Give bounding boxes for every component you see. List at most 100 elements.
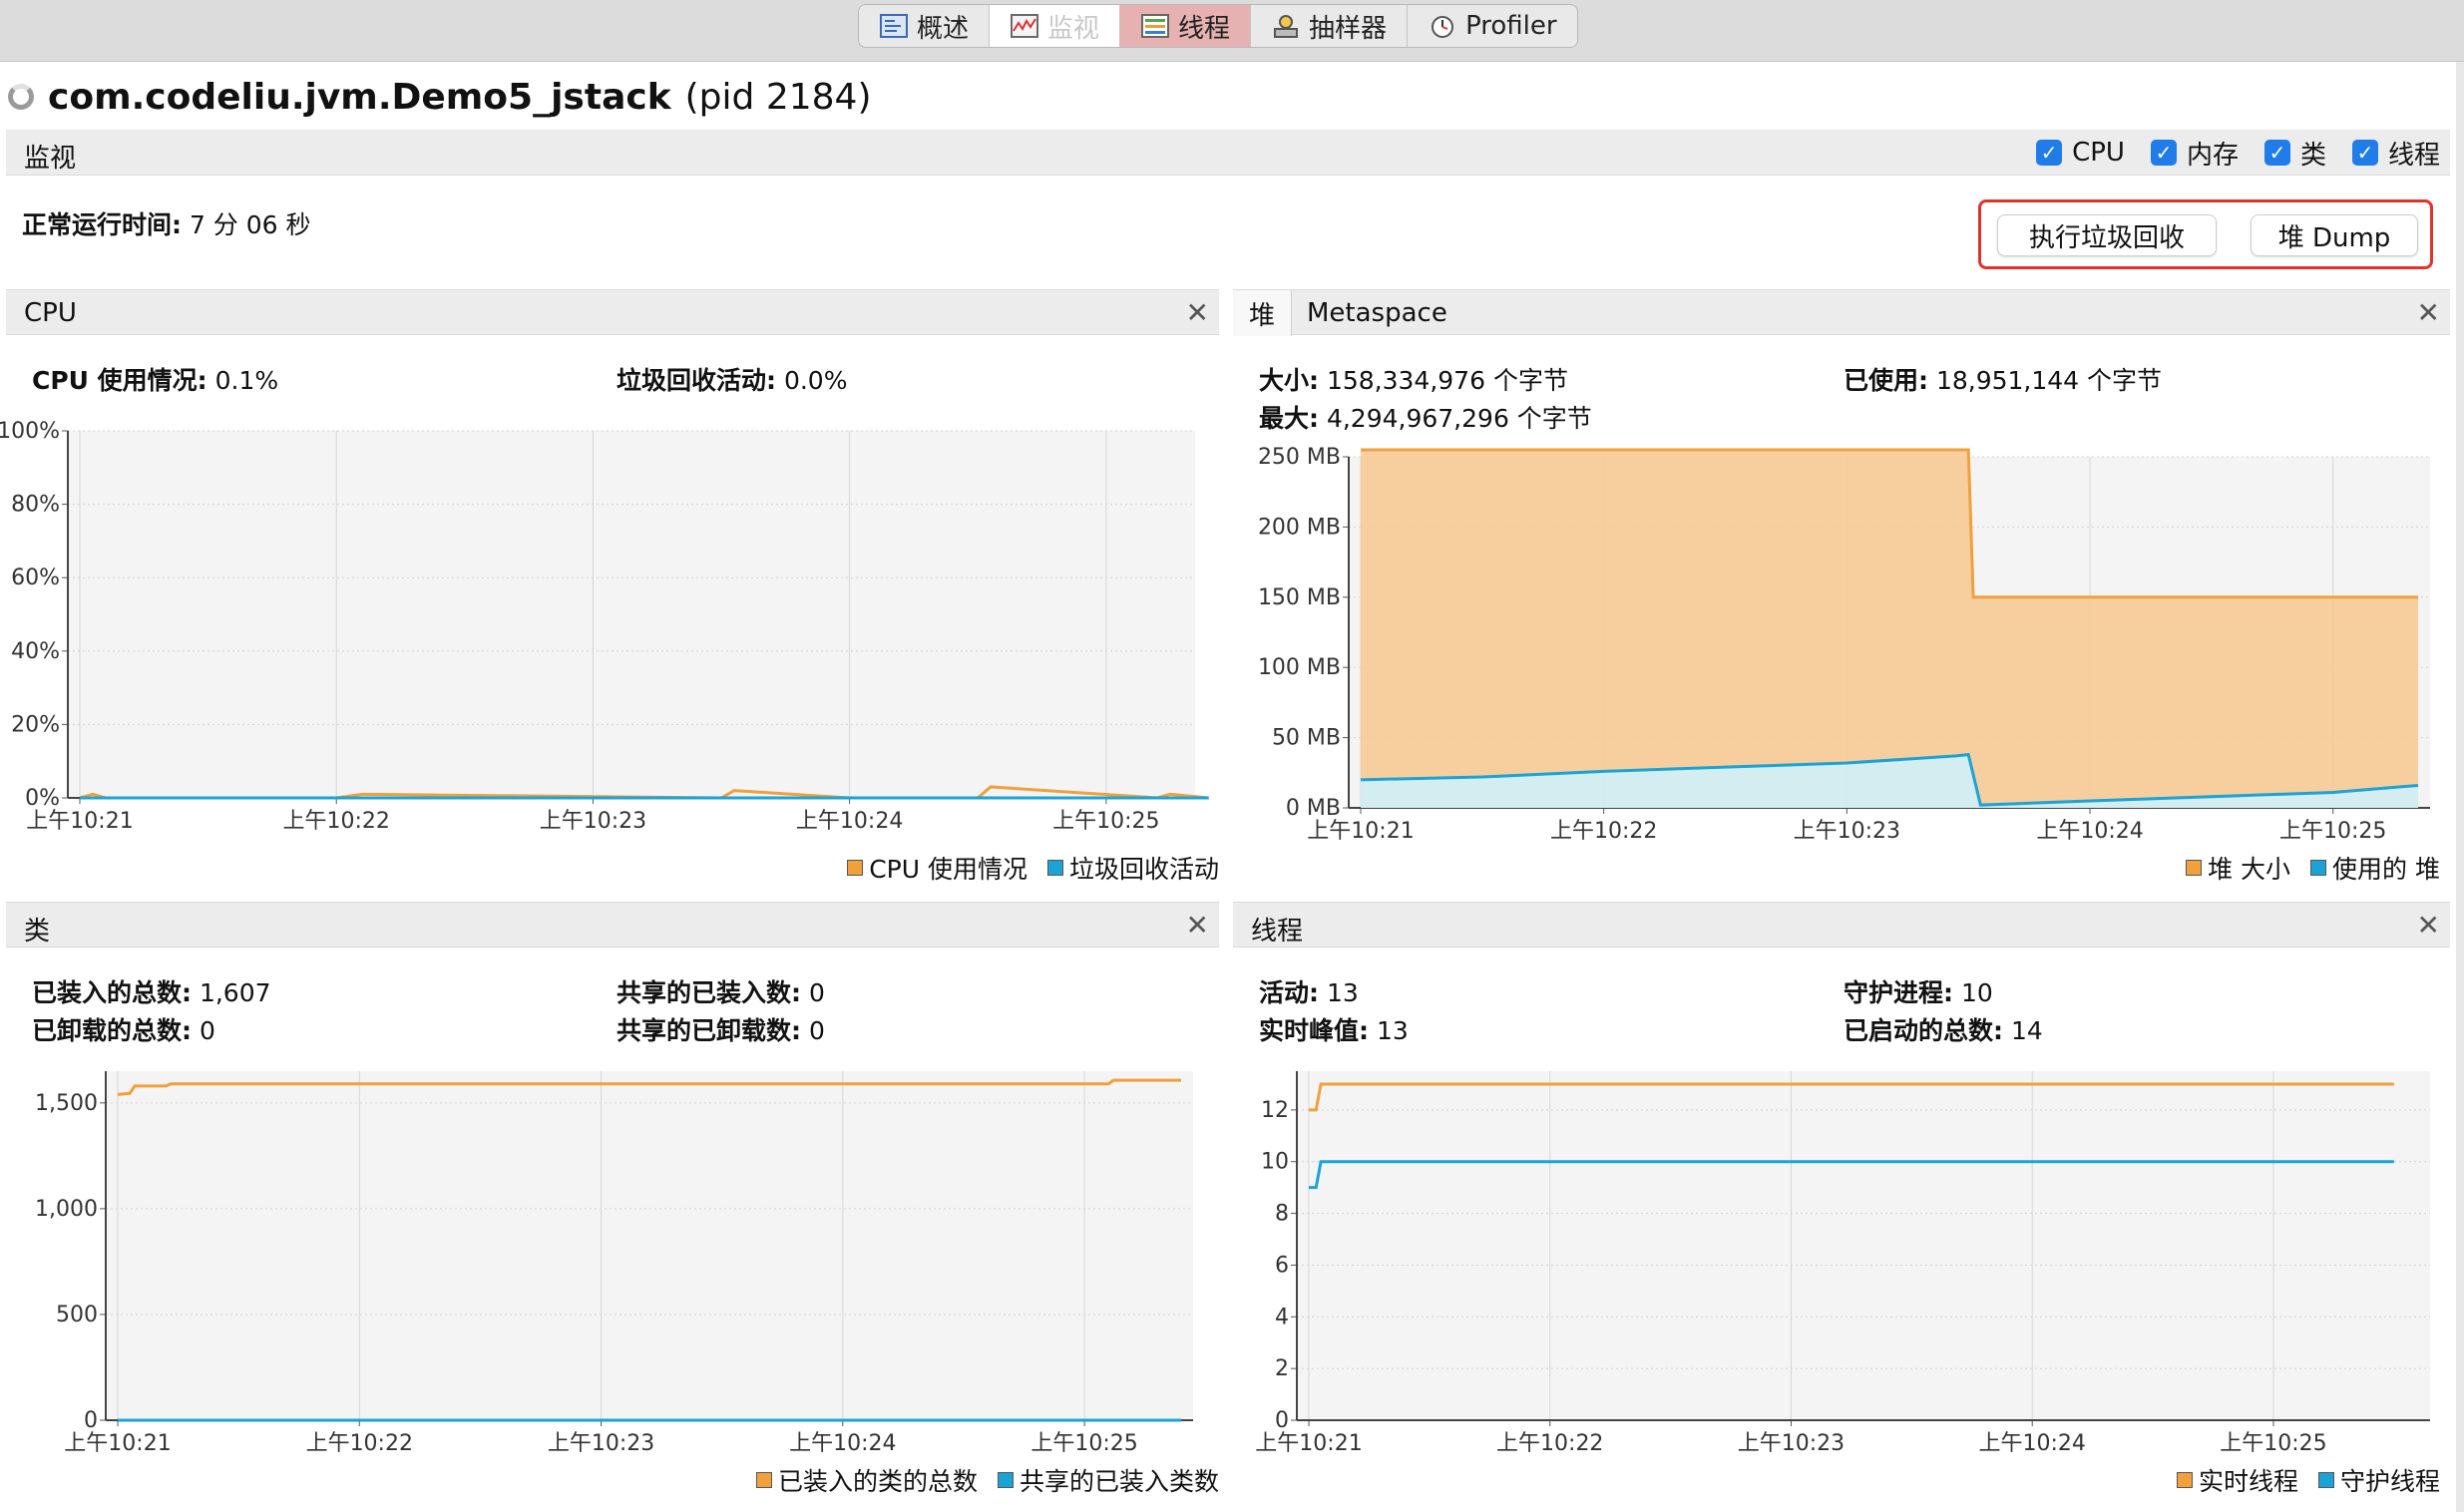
loaded-classes-value: 1,607: [199, 978, 271, 1007]
heap-dump-button[interactable]: 堆 Dump: [2251, 214, 2418, 256]
top-toolbar: 概述 监视 线程 抽样器 Profiler: [0, 0, 2464, 62]
daemon-threads-label: 守护进程:: [1844, 978, 1953, 1007]
checkbox-checked-icon[interactable]: ✓: [2036, 140, 2063, 166]
x-tick-label: 上午10:24: [2036, 819, 2143, 844]
y-tick-label: 12: [1261, 1098, 1289, 1123]
y-tick-label: 4: [1275, 1305, 1289, 1329]
tab-heap[interactable]: 堆: [1233, 290, 1293, 336]
legend-label: 垃圾回收活动: [1068, 855, 1219, 884]
y-tick-label: 40%: [11, 639, 60, 664]
tab-threads[interactable]: 线程: [1120, 5, 1252, 47]
checkbox-checked-icon[interactable]: ✓: [2263, 140, 2290, 166]
legend-item: 垃圾回收活动: [1046, 850, 1219, 886]
heap-chart: 250 MB 200 MB 150 MB 100 MB 50 MB 0 MB上午10:21…: [1258, 445, 2430, 844]
tab-metaspace[interactable]: Metaspace: [1291, 290, 1463, 336]
x-tick-label: 上午10:23: [548, 1431, 654, 1456]
legend-swatch: [2186, 860, 2203, 876]
checkbox-checked-icon[interactable]: ✓: [2351, 140, 2378, 166]
monitor-bar: 监视 ✓ CPU ✓ 内存 ✓ 类 ✓ 线程: [6, 130, 2450, 176]
x-tick-label: 上午10:23: [540, 809, 646, 834]
x-tick-label: 上午10:21: [1255, 1431, 1362, 1456]
toggle-classes[interactable]: ✓ 类: [2263, 135, 2326, 172]
heap-max-label: 最大:: [1259, 404, 1319, 433]
toggle-memory-label: 内存: [2186, 140, 2239, 171]
tab-monitor-label: 监视: [1047, 13, 1100, 44]
tab-sampler[interactable]: 抽样器: [1251, 5, 1409, 47]
x-tick-label: 上午10:25: [1052, 809, 1159, 834]
tab-monitor[interactable]: 监视: [990, 5, 1121, 47]
legend-swatch: [2317, 1472, 2334, 1488]
x-tick-label: 上午10:22: [306, 1431, 413, 1456]
panel-toggles: ✓ CPU ✓ 内存 ✓ 类 ✓ 线程: [2036, 135, 2440, 172]
cpu-panel: CPU ✕ CPU 使用情况: 0.1% 垃圾回收活动: 0.0% 100% 80…: [0, 289, 1219, 898]
gc-activity-stat: 垃圾回收活动: 0.0%: [616, 361, 847, 397]
legend-swatch: [847, 860, 864, 876]
cpu-panel-title: CPU: [24, 298, 77, 328]
toggle-cpu[interactable]: ✓ CPU: [2036, 138, 2125, 168]
sampler-icon: [1274, 15, 1299, 38]
legend-label: 共享的已装入类数: [1019, 1467, 1219, 1496]
heap-legend: 堆 大小 使用的 堆: [2186, 850, 2440, 886]
peak-threads-stat: 实时峰值: 13: [1259, 1011, 1409, 1047]
uptime-value: 7 分 06 秒: [189, 210, 311, 239]
x-tick-label: 上午10:22: [283, 809, 390, 834]
toggle-threads[interactable]: ✓ 线程: [2351, 135, 2440, 172]
close-icon[interactable]: ✕: [2417, 296, 2440, 329]
gc-activity-value: 0.0%: [783, 366, 848, 395]
legend-swatch: [2176, 1472, 2193, 1488]
shared-unloaded-stat: 共享的已卸载数: 0: [616, 1011, 825, 1047]
started-threads-value: 14: [2010, 1016, 2043, 1045]
legend-item: 共享的已装入类数: [997, 1462, 1219, 1498]
classes-panel-title: 类: [24, 917, 51, 946]
cpu-usage-stat: CPU 使用情况: 0.1%: [32, 361, 278, 397]
y-tick-label: 100 MB: [1258, 655, 1341, 680]
y-tick-label: 250 MB: [1258, 445, 1341, 470]
live-threads-label: 活动:: [1259, 978, 1319, 1007]
shared-loaded-value: 0: [808, 978, 825, 1007]
legend-swatch: [997, 1472, 1014, 1488]
close-icon[interactable]: ✕: [2417, 909, 2440, 942]
live-threads-value: 13: [1326, 978, 1359, 1007]
cpu-chart: 100% 80% 60% 40% 20% 0%上午10:21 上午10:22 上午10:23 上…: [0, 419, 1209, 834]
legend-label: 实时线程: [2198, 1467, 2298, 1496]
close-icon[interactable]: ✕: [1186, 296, 1209, 329]
tab-profiler-label: Profiler: [1465, 11, 1557, 41]
cpu-legend: CPU 使用情况 垃圾回收活动: [847, 850, 1219, 886]
toggle-memory[interactable]: ✓ 内存: [2150, 135, 2239, 172]
y-tick-label: 6: [1275, 1253, 1289, 1278]
heap-size-stat: 大小: 158,334,976 个字节: [1259, 361, 1568, 397]
y-tick-label: 150 MB: [1258, 585, 1341, 610]
uptime-label: 正常运行时间:: [22, 210, 182, 239]
cpu-usage-label: CPU 使用情况:: [32, 366, 207, 395]
live-threads-stat: 活动: 13: [1259, 973, 1359, 1009]
x-tick-label: 上午10:23: [1738, 1431, 1845, 1456]
y-tick-label: 8: [1275, 1202, 1289, 1227]
uptime: 正常运行时间: 7 分 06 秒: [22, 205, 311, 241]
y-tick-label: 2: [1275, 1356, 1289, 1381]
legend-label: 堆 大小: [2208, 855, 2291, 884]
legend-item: CPU 使用情况: [847, 850, 1027, 886]
threads-panel: 线程 ✕ 活动: 13 守护进程: 10 实时峰值: 13 已启动的总数: 14…: [1233, 902, 2450, 1512]
threads-legend: 实时线程 守护线程: [2176, 1462, 2440, 1498]
tab-overview[interactable]: 概述: [859, 5, 991, 47]
checkbox-checked-icon[interactable]: ✓: [2150, 140, 2177, 166]
perform-gc-button[interactable]: 执行垃圾回收: [1997, 214, 2217, 256]
view-tabs: 概述 监视 线程 抽样器 Profiler: [858, 4, 1578, 48]
y-tick-label: 0 MB: [1286, 796, 1341, 821]
y-tick-label: 100%: [0, 419, 60, 444]
x-tick-label: 上午10:25: [1030, 1431, 1137, 1456]
app-title: com.codeliu.jvm.Demo5_jstack (pid 2184): [8, 72, 872, 122]
x-tick-label: 上午10:22: [1496, 1431, 1603, 1456]
monitor-icon: [1011, 14, 1039, 38]
close-icon[interactable]: ✕: [1186, 909, 1209, 942]
tab-profiler[interactable]: Profiler: [1408, 5, 1577, 47]
classes-chart: 1,500 1,000 500 0上午10:21 上午10:22 上午10:23 上午10:…: [35, 1071, 1193, 1456]
x-tick-label: 上午10:23: [1794, 819, 1900, 844]
peak-threads-value: 13: [1376, 1016, 1409, 1045]
classes-legend: 已装入的类的总数 共享的已装入类数: [755, 1462, 1219, 1498]
profiler-icon: [1432, 16, 1454, 38]
shared-loaded-stat: 共享的已装入数: 0: [616, 973, 825, 1009]
x-tick-label: 上午10:25: [2220, 1431, 2326, 1456]
x-tick-label: 上午10:22: [1550, 819, 1657, 844]
daemon-threads-stat: 守护进程: 10: [1844, 973, 1993, 1009]
